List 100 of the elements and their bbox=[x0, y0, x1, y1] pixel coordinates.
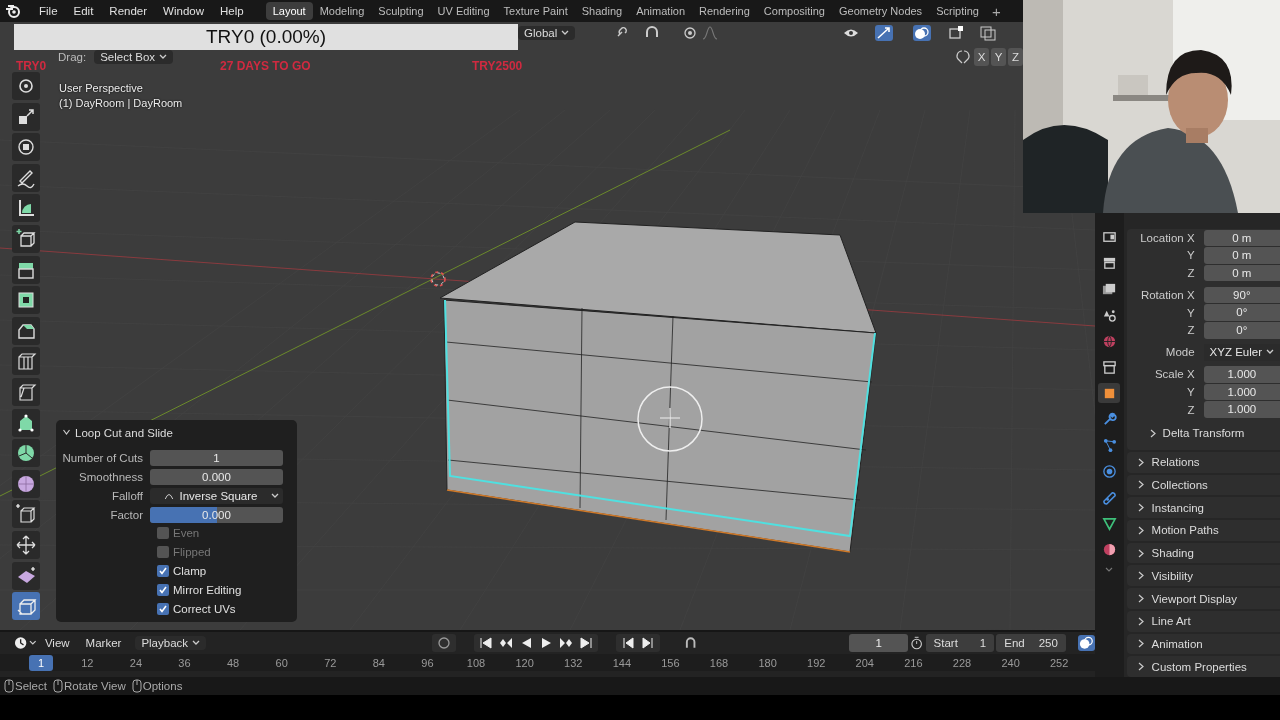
panel-header[interactable]: Relations bbox=[1126, 451, 1280, 473]
panel-header[interactable]: Instancing bbox=[1126, 497, 1280, 519]
number-field[interactable]: 0 m bbox=[1203, 264, 1280, 282]
panel-header[interactable]: Line Art bbox=[1126, 610, 1280, 632]
menu-item[interactable]: Help bbox=[212, 0, 252, 22]
number-field[interactable]: 90° bbox=[1203, 286, 1280, 304]
number-field[interactable]: 1 bbox=[150, 449, 283, 466]
frame-number: 228 bbox=[951, 656, 973, 669]
number-field[interactable]: 0° bbox=[1203, 322, 1280, 339]
menu-item[interactable]: Marker bbox=[77, 637, 130, 649]
workspace-tab[interactable]: Rendering bbox=[692, 2, 757, 20]
gizmo-circle-icon[interactable] bbox=[637, 386, 703, 452]
tool-button[interactable] bbox=[12, 377, 40, 406]
previous-keyframe-icon[interactable] bbox=[499, 636, 514, 650]
workspace-tab[interactable]: Scripting bbox=[929, 2, 986, 20]
workspace-tab[interactable]: Sculpting bbox=[371, 2, 431, 20]
mesh-select-icon[interactable] bbox=[947, 25, 966, 41]
add-workspace-button[interactable]: + bbox=[985, 2, 1007, 20]
checkbox[interactable] bbox=[157, 526, 169, 539]
menu-item[interactable]: Edit bbox=[65, 0, 102, 22]
panel-title[interactable]: Loop Cut and Slide bbox=[75, 426, 173, 439]
falloff-dropdown[interactable]: Inverse Square bbox=[150, 487, 283, 504]
end-field[interactable]: End 250 bbox=[996, 634, 1066, 652]
axis-toggle[interactable]: Y bbox=[991, 48, 1006, 66]
next-keyframe-icon[interactable] bbox=[559, 636, 574, 650]
overlays-icon[interactable] bbox=[913, 25, 932, 41]
number-field[interactable]: 1.000 bbox=[1203, 366, 1280, 383]
tool-button[interactable] bbox=[12, 224, 40, 253]
step-forward-icon[interactable] bbox=[641, 636, 656, 650]
stopwatch-icon[interactable] bbox=[910, 636, 924, 650]
tool-button[interactable] bbox=[12, 561, 40, 590]
magnet-icon[interactable] bbox=[684, 636, 698, 650]
number-field[interactable]: 0.000 bbox=[150, 468, 283, 485]
keying-overlay-icon[interactable] bbox=[1077, 635, 1095, 651]
tool-button[interactable] bbox=[12, 469, 40, 498]
workspace-tab[interactable]: Layout bbox=[265, 2, 313, 20]
tool-button[interactable] bbox=[12, 255, 40, 284]
caret-icon bbox=[561, 30, 570, 36]
checkbox[interactable] bbox=[157, 545, 169, 558]
panel-header[interactable]: Motion Paths bbox=[1126, 520, 1280, 541]
checkbox[interactable] bbox=[157, 602, 169, 615]
workspace-tab[interactable]: UV Editing bbox=[430, 2, 497, 20]
drag-dropdown[interactable]: Select Box bbox=[94, 50, 174, 64]
axis-toggle[interactable]: Z bbox=[1008, 48, 1023, 66]
workspace-tab[interactable]: Shading bbox=[574, 2, 630, 20]
tool-button[interactable] bbox=[12, 316, 40, 345]
tool-button[interactable] bbox=[12, 194, 40, 223]
number-field[interactable]: 0 m bbox=[1203, 229, 1280, 247]
workspace-tab[interactable]: Compositing bbox=[756, 2, 832, 20]
workspace-tab[interactable]: Texture Paint bbox=[496, 2, 575, 20]
workspace-tab[interactable]: Geometry Nodes bbox=[831, 2, 930, 20]
tool-button[interactable] bbox=[12, 286, 40, 315]
menu-item[interactable]: Window bbox=[155, 0, 212, 22]
tool-button[interactable] bbox=[12, 530, 40, 559]
checkbox[interactable] bbox=[157, 564, 169, 577]
jump-end-icon[interactable] bbox=[579, 636, 594, 650]
tool-button[interactable] bbox=[12, 102, 40, 131]
properties-tab[interactable] bbox=[1098, 383, 1121, 403]
jump-start-icon[interactable] bbox=[479, 636, 494, 650]
frame-field[interactable]: 1 bbox=[849, 634, 909, 652]
3d-cursor-icon[interactable] bbox=[430, 271, 446, 287]
clock-icon[interactable] bbox=[14, 636, 28, 650]
number-field[interactable]: 0 m bbox=[1203, 247, 1280, 264]
chevron-down-icon[interactable] bbox=[62, 428, 71, 438]
panel-header[interactable]: Animation bbox=[1126, 633, 1280, 655]
tool-button[interactable] bbox=[12, 439, 40, 468]
step-back-icon[interactable] bbox=[621, 636, 636, 650]
hint-text: Options bbox=[142, 680, 183, 692]
current-frame-marker[interactable]: 1 bbox=[29, 654, 53, 671]
tool-button[interactable] bbox=[12, 592, 40, 621]
panel-header[interactable]: Viewport Display bbox=[1126, 588, 1280, 609]
tool-button[interactable] bbox=[12, 500, 40, 529]
tool-button[interactable] bbox=[12, 72, 40, 100]
workspace-tab[interactable]: Animation bbox=[629, 2, 693, 20]
panel-header[interactable]: Shading bbox=[1126, 542, 1280, 564]
mirror-icon[interactable] bbox=[954, 49, 972, 65]
tool-button[interactable] bbox=[12, 408, 40, 437]
panel-header[interactable]: Custom Properties bbox=[1126, 656, 1280, 677]
blender-logo-icon[interactable] bbox=[5, 3, 21, 19]
playback-dropdown[interactable]: Playback bbox=[135, 636, 207, 650]
record-icon[interactable] bbox=[437, 636, 452, 650]
menu-item[interactable]: File bbox=[31, 0, 66, 22]
number-field[interactable]: 1.000 bbox=[1203, 401, 1280, 418]
axis-toggle[interactable]: X bbox=[974, 48, 989, 66]
gizmo-icon[interactable] bbox=[875, 25, 894, 41]
workspace-tab[interactable]: Modeling bbox=[312, 2, 372, 20]
subpanel-header[interactable]: Delta Transform bbox=[1126, 422, 1280, 444]
start-field[interactable]: Start 1 bbox=[925, 634, 995, 652]
number-field[interactable]: 1.000 bbox=[1203, 383, 1280, 401]
tool-button[interactable] bbox=[12, 347, 40, 376]
menu-item[interactable]: View bbox=[36, 637, 78, 649]
checkbox[interactable] bbox=[157, 583, 169, 596]
tool-button[interactable] bbox=[12, 133, 40, 162]
panel-header[interactable]: Collections bbox=[1126, 474, 1280, 496]
tool-button[interactable] bbox=[12, 163, 40, 192]
xray-icon[interactable] bbox=[979, 25, 998, 41]
menu-item[interactable]: Render bbox=[101, 0, 156, 22]
panel-header[interactable]: Visibility bbox=[1126, 565, 1280, 587]
number-field[interactable]: 0° bbox=[1203, 304, 1280, 321]
orientation-dropdown[interactable]: Global bbox=[518, 26, 576, 40]
